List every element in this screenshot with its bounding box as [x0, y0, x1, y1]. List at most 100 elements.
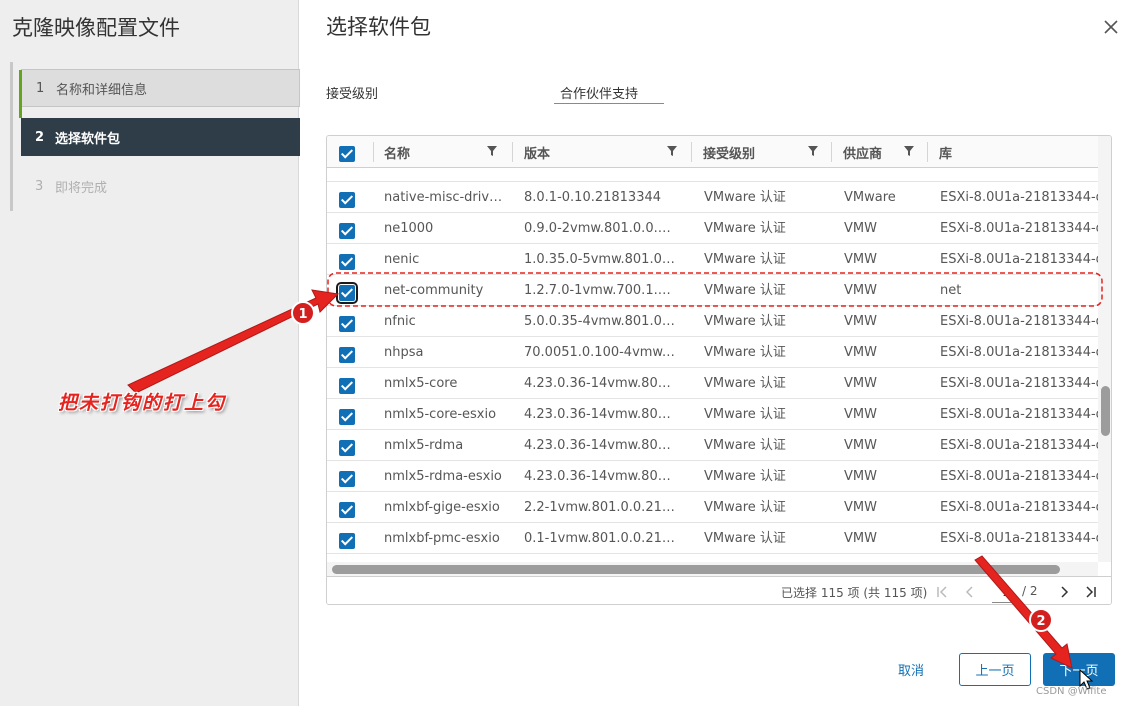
page-title: 选择软件包 [326, 15, 431, 39]
table-row[interactable]: nmlxbf-gige-esxio 2.2-1vmw.801.0.0.21495… [327, 492, 1098, 523]
cell-vendor: VMW [844, 376, 877, 391]
row-checkbox[interactable] [339, 409, 355, 425]
cell-depot: ESXi-8.0U1a-21813344-de [940, 376, 1098, 391]
close-button[interactable] [1100, 16, 1122, 38]
table-row[interactable]: nmlx5-core-esxio 4.23.0.36-14vmw.801.0..… [327, 399, 1098, 430]
first-page-icon[interactable] [935, 585, 949, 599]
table-row-partial [327, 169, 1098, 182]
annotation-instruction: 把未打钩的打上勾 [58, 392, 227, 414]
previous-page-icon[interactable] [963, 585, 977, 599]
table-row[interactable]: nfnic 5.0.0.35-4vmw.801.0.0.... VMware 认… [327, 306, 1098, 337]
cell-name: nhpsa [384, 345, 424, 360]
row-checkbox[interactable] [339, 440, 355, 456]
cell-depot: ESXi-8.0U1a-21813344-de [940, 500, 1098, 515]
cell-acceptance: VMware 认证 [704, 314, 786, 329]
step-select-packages[interactable]: 2 选择软件包 [21, 118, 300, 156]
cell-version: 8.0.1-0.10.21813344 [524, 190, 662, 205]
cell-acceptance: VMware 认证 [704, 283, 786, 298]
next-page-icon[interactable] [1057, 585, 1071, 599]
step-progress-bar [19, 70, 22, 118]
row-checkbox[interactable] [339, 347, 355, 363]
cell-acceptance: VMware 认证 [704, 500, 786, 515]
column-header-name[interactable]: 名称 [372, 136, 410, 168]
column-header-acceptance[interactable]: 接受级别 [691, 136, 755, 168]
step-name-and-details[interactable]: 1 名称和详细信息 [19, 69, 300, 118]
cell-depot: ESXi-8.0U1a-21813344-de [940, 314, 1098, 329]
page-total: / 2 [1022, 584, 1038, 598]
cell-vendor: VMware [844, 190, 896, 205]
acceptance-level-select[interactable]: 合作伙伴支持 [554, 80, 664, 104]
cell-version: 0.1-1vmw.801.0.0.21495... [524, 531, 676, 546]
cell-vendor: VMW [844, 345, 877, 360]
row-checkbox[interactable] [339, 502, 355, 518]
table-row[interactable]: ne1000 0.9.0-2vmw.801.0.0.21... VMware 认… [327, 213, 1098, 244]
page-number-input[interactable]: 1 [992, 581, 1020, 603]
select-all-checkbox[interactable] [339, 146, 355, 162]
selection-count: 已选择 115 项 (共 115 项) [781, 586, 928, 600]
filter-icon[interactable] [667, 146, 677, 156]
vertical-scrollbar-thumb[interactable] [1101, 386, 1110, 436]
cell-version: 0.9.0-2vmw.801.0.0.21... [524, 221, 676, 236]
row-checkbox[interactable] [339, 533, 355, 549]
horizontal-scrollbar[interactable] [327, 562, 1098, 576]
cell-version: 2.2-1vmw.801.0.0.21495... [524, 500, 676, 515]
table-row-net-community[interactable]: net-community 1.2.7.0-1vmw.700.1.0.15...… [327, 275, 1098, 306]
cell-acceptance: VMware 认证 [704, 469, 786, 484]
step-label: 选择软件包 [55, 131, 121, 147]
watermark: CSDN @Wifite [1036, 686, 1107, 697]
step-number: 1 [36, 80, 45, 96]
cell-acceptance: VMware 认证 [704, 407, 786, 422]
row-checkbox[interactable] [339, 192, 355, 208]
cell-name: nenic [384, 252, 420, 267]
row-checkbox[interactable] [339, 316, 355, 332]
marker-2-text: 2 [1036, 614, 1045, 629]
filter-icon[interactable] [487, 146, 497, 156]
row-checkbox[interactable] [339, 471, 355, 487]
close-icon [1104, 20, 1118, 34]
last-page-icon[interactable] [1084, 585, 1098, 599]
next-button[interactable]: 下一页 [1043, 653, 1115, 686]
wizard-steps: 1 名称和详细信息 2 选择软件包 3 即将完成 [10, 62, 300, 211]
acceptance-level-label: 接受级别 [326, 87, 379, 102]
back-button[interactable]: 上一页 [959, 653, 1031, 686]
cell-version: 4.23.0.36-14vmw.801.0... [524, 376, 676, 391]
table-row[interactable]: nmlx5-core 4.23.0.36-14vmw.801.0... VMwa… [327, 368, 1098, 399]
wizard-title: 克隆映像配置文件 [12, 16, 180, 40]
cell-name: nmlx5-rdma [384, 438, 464, 453]
cell-acceptance: VMware 认证 [704, 531, 786, 546]
column-header-vendor[interactable]: 供应商 [831, 136, 882, 168]
horizontal-scrollbar-thumb[interactable] [332, 565, 1060, 574]
row-checkbox[interactable] [336, 282, 358, 304]
cell-version: 70.0051.0.100-4vmw.8... [524, 345, 676, 360]
cell-name: nmlxbf-pmc-esxio [384, 531, 500, 546]
row-checkbox[interactable] [339, 378, 355, 394]
cancel-button[interactable]: 取消 [885, 653, 937, 685]
datagrid-footer: 已选择 115 项 (共 115 项) 1 / 2 [327, 576, 1111, 604]
cell-name: net-community [384, 283, 484, 298]
vertical-scrollbar[interactable] [1098, 136, 1111, 562]
cell-version: 4.23.0.36-14vmw.801.0... [524, 438, 676, 453]
cell-vendor: VMW [844, 438, 877, 453]
cell-vendor: VMW [844, 252, 877, 267]
table-row[interactable]: native-misc-drive... 8.0.1-0.10.21813344… [327, 182, 1098, 213]
cell-depot: ESXi-8.0U1a-21813344-de [940, 252, 1098, 267]
column-header-version[interactable]: 版本 [512, 136, 550, 168]
cell-depot: ESXi-8.0U1a-21813344-de [940, 469, 1098, 484]
filter-icon[interactable] [808, 146, 818, 156]
table-row[interactable]: nhpsa 70.0051.0.100-4vmw.8... VMware 认证 … [327, 337, 1098, 368]
table-row[interactable]: nmlx5-rdma 4.23.0.36-14vmw.801.0... VMwa… [327, 430, 1098, 461]
row-checkbox[interactable] [339, 254, 355, 270]
filter-icon[interactable] [904, 146, 914, 156]
cell-depot: ESXi-8.0U1a-21813344-de [940, 221, 1098, 236]
step-ready-to-complete: 3 即将完成 [21, 167, 300, 205]
cell-acceptance: VMware 认证 [704, 376, 786, 391]
datagrid-body: native-misc-drive... 8.0.1-0.10.21813344… [327, 169, 1098, 562]
cell-depot: ESXi-8.0U1a-21813344-de [940, 345, 1098, 360]
row-checkbox[interactable] [339, 223, 355, 239]
table-row[interactable]: nenic 1.0.35.0-5vmw.801.0.0.... VMware 认… [327, 244, 1098, 275]
table-row[interactable]: nmlx5-rdma-esxio 4.23.0.36-14vmw.801.0..… [327, 461, 1098, 492]
cell-version: 4.23.0.36-14vmw.801.0... [524, 469, 676, 484]
table-row[interactable]: nmlxbf-pmc-esxio 0.1-1vmw.801.0.0.21495.… [327, 523, 1098, 554]
column-header-depot[interactable]: 库 [927, 136, 952, 168]
datagrid-header: 名称 版本 接受级别 供应商 库 [327, 136, 1098, 168]
